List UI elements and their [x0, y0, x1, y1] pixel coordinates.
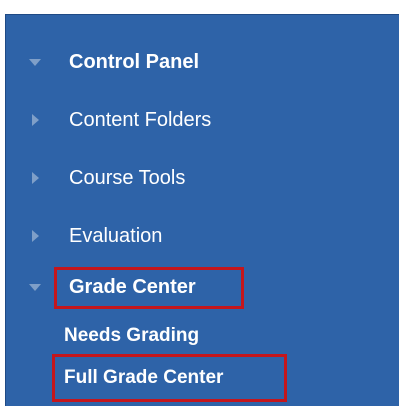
caret-down-icon [29, 284, 41, 291]
caret-right-icon [32, 230, 39, 242]
menu-item-evaluation[interactable]: Evaluation [6, 216, 399, 256]
submenu-item-label: Full Grade Center [64, 367, 224, 388]
submenu-item-full-grade-center[interactable]: Full Grade Center [6, 358, 399, 398]
control-panel-label: Control Panel [69, 50, 200, 73]
menu-item-label: Content Folders [69, 108, 212, 131]
menu-item-label: Course Tools [69, 166, 186, 189]
menu-item-content-folders[interactable]: Content Folders [6, 100, 399, 140]
menu-item-course-tools[interactable]: Course Tools [6, 158, 399, 198]
submenu-item-label: Needs Grading [64, 325, 200, 346]
control-panel-header[interactable]: Control Panel [6, 42, 399, 82]
screenshot-frame: Control Panel Content Folders Course Too… [0, 0, 399, 406]
menu-item-label: Evaluation [69, 224, 163, 247]
menu-item-grade-center[interactable]: Grade Center [6, 267, 399, 307]
caret-right-icon [32, 172, 39, 184]
caret-right-icon [32, 114, 39, 126]
control-panel-menu: Control Panel Content Folders Course Too… [5, 14, 399, 406]
caret-down-icon [29, 59, 41, 66]
grade-center-label: Grade Center [69, 275, 196, 298]
submenu-item-needs-grading[interactable]: Needs Grading [6, 316, 399, 356]
